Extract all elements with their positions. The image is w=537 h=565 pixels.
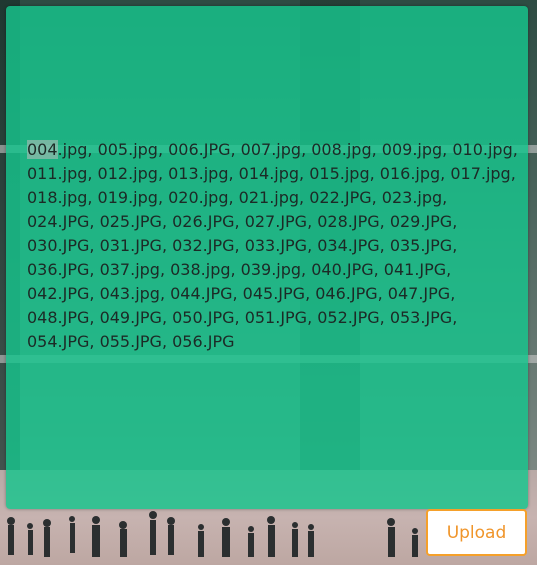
- selected-files-text: 004.jpg, 005.jpg, 006.JPG, 007.jpg, 008.…: [27, 138, 518, 354]
- upload-button[interactable]: Upload: [426, 509, 527, 556]
- file-list-first-item: 004: [27, 140, 58, 159]
- file-list-panel: 004.jpg, 005.jpg, 006.JPG, 007.jpg, 008.…: [6, 6, 528, 509]
- background-photo: 004.jpg, 005.jpg, 006.JPG, 007.jpg, 008.…: [0, 0, 537, 565]
- file-list-rest: .jpg, 005.jpg, 006.JPG, 007.jpg, 008.jpg…: [27, 140, 518, 351]
